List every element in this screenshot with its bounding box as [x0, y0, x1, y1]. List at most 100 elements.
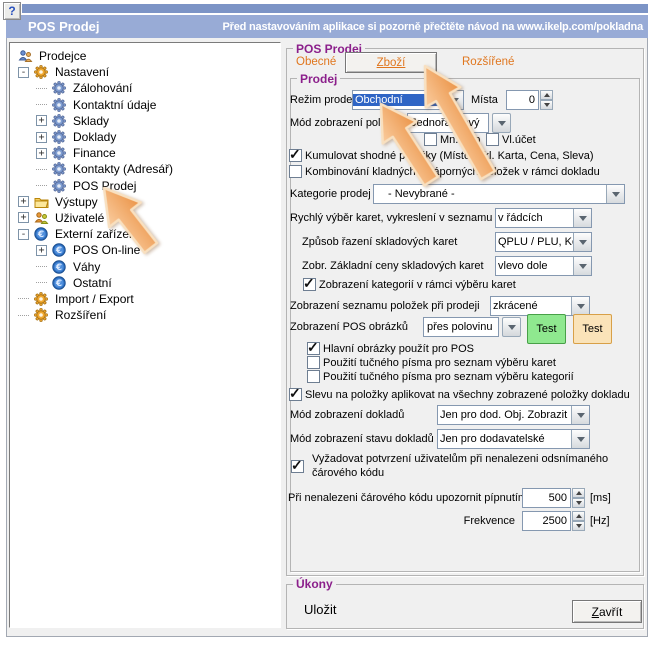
tree-item-vahy[interactable]: € Váhy [16, 258, 280, 274]
chevron-down-icon[interactable] [571, 406, 589, 424]
titlebar[interactable]: POS Prodej Před nastavováním aplikace si… [6, 15, 648, 38]
slevu-checkbox[interactable] [289, 388, 302, 401]
frekvence-value: 2500 [522, 511, 571, 531]
pipnuti-label: Při nenalezeni čárového kódu upozornit p… [288, 492, 527, 504]
prodej-group-label: Prodej [297, 72, 340, 86]
expand-toggle-icon[interactable]: + [36, 132, 47, 143]
rychly-vyber-value: v řádcích [496, 212, 573, 224]
tree-item-label: Sklady [71, 114, 111, 128]
tree-item-ostatni[interactable]: €Ostatní [16, 275, 280, 291]
tree-item-sklady[interactable]: + Sklady [16, 113, 280, 129]
frekvence-spinner[interactable]: 2500 [522, 511, 585, 531]
expand-toggle-icon[interactable]: + [18, 196, 29, 207]
tree-item-label: Ostatní [71, 276, 114, 290]
tree-item-doklady[interactable]: +Doklady [16, 129, 280, 145]
mod-dokladu-label: Mód zobrazení dokladů [290, 409, 404, 421]
tab-obecne[interactable]: Obecné [296, 56, 336, 68]
expand-toggle-icon[interactable]: + [36, 115, 47, 126]
tree-item-import-export[interactable]: Import / Export [16, 291, 280, 307]
help-button[interactable]: ? [3, 2, 21, 20]
hlavni-obrazky-checkbox[interactable] [307, 342, 320, 355]
gear-orange-icon [34, 65, 49, 79]
test-tan-button[interactable]: Test [573, 314, 612, 344]
vyzadovat-potvrzeni-label-line2: čárového kódu [312, 467, 384, 479]
tucne-pismo-karet-checkbox[interactable] [307, 356, 320, 369]
chevron-down-icon[interactable] [571, 297, 589, 315]
spin-up-icon[interactable] [572, 511, 585, 521]
tucne-pismo-karet-label: Použití tučného písma pro seznam výběru … [323, 357, 556, 369]
tree-item-label: Nastavení [53, 65, 111, 79]
kategorie-vyber-checkbox[interactable] [303, 278, 316, 291]
tree-item-pos-prodej[interactable]: POS Prodej [16, 178, 280, 194]
tree-connector [36, 88, 47, 89]
frekvence-label: Frekvence [440, 515, 515, 527]
ulozit-button[interactable]: Uložit [304, 602, 337, 617]
euro-icon: € [52, 243, 67, 257]
kategorie-vyber-label: Zobrazení kategorií v rámci výběru karet [319, 279, 516, 291]
kumulovat-checkbox[interactable] [289, 149, 302, 162]
expand-toggle-icon[interactable]: + [18, 212, 29, 223]
chevron-down-icon[interactable] [573, 233, 591, 251]
chevron-down-icon[interactable] [606, 185, 624, 203]
tree-item-zalohovani[interactable]: Zálohování [16, 80, 280, 96]
zakladni-ceny-select[interactable]: vlevo dole [495, 256, 592, 276]
spin-up-icon[interactable] [540, 90, 553, 100]
titlebar-notice: Před nastavováním aplikace si pozorně př… [223, 21, 643, 33]
expand-toggle-icon[interactable]: + [36, 148, 47, 159]
zavrit-button[interactable]: Zavřít [572, 600, 642, 623]
mod-dokladu-value: Jen pro dod. Obj. Zobrazit [438, 409, 571, 421]
pos-obrazky-select[interactable]: přes polovinu [423, 317, 521, 337]
chevron-down-icon[interactable] [502, 317, 521, 337]
tree-item-label: Rozšíření [53, 308, 108, 322]
chevron-down-icon[interactable] [492, 113, 511, 133]
kombinovani-label: Kombinování kladných a záporných položek… [305, 166, 600, 178]
kombinovani-checkbox[interactable] [289, 165, 302, 178]
users-icon [34, 211, 49, 225]
pipnuti-unit: [ms] [590, 492, 611, 504]
tab-rozsirene[interactable]: Rozšířené [462, 56, 514, 68]
tree-item-rozsireni[interactable]: Rozšíření [16, 307, 280, 323]
tree-item-finance[interactable]: + Finance [16, 145, 280, 161]
spin-down-icon[interactable] [572, 498, 585, 508]
tree-item-nastaveni[interactable]: - Nastavení [16, 64, 280, 80]
zpusob-razeni-select[interactable]: QPLU / PLU, Kó [495, 232, 592, 252]
chevron-down-icon[interactable] [573, 257, 591, 275]
tree-item-label: Váhy [71, 260, 102, 274]
tree-item-vystupy[interactable]: +Výstupy [16, 194, 280, 210]
euro-icon: € [34, 227, 49, 241]
expand-toggle-icon[interactable]: - [18, 229, 29, 240]
rychly-vyber-select[interactable]: v řádcích [495, 208, 592, 228]
folder-icon [34, 195, 49, 209]
zpusob-razeni-label: Způsob řazení skladových karet [302, 236, 457, 248]
zavrit-button-label: Zavřít [592, 605, 623, 619]
pipnuti-spinner[interactable]: 500 [522, 488, 585, 508]
tree-item-label: Finance [71, 146, 118, 160]
mod-stavu-select[interactable]: Jen pro dodavatelské [437, 429, 590, 449]
spin-down-icon[interactable] [572, 521, 585, 531]
tree-item-kontakty-adresar[interactable]: Kontakty (Adresář) [16, 161, 280, 177]
rezim-prodeje-label: Režim prodeje [290, 94, 361, 106]
gear-blue-icon [52, 81, 67, 95]
chevron-down-icon[interactable] [573, 209, 591, 227]
mista-spinner[interactable]: 0 [506, 90, 553, 110]
spin-up-icon[interactable] [572, 488, 585, 498]
tree-item-label: Kontakty (Adresář) [71, 162, 175, 176]
chevron-down-icon[interactable] [571, 430, 589, 448]
test-green-button[interactable]: Test [527, 314, 566, 344]
tucne-pismo-kategorii-checkbox[interactable] [307, 370, 320, 383]
expand-toggle-icon[interactable]: + [36, 245, 47, 256]
seznam-polozek-select[interactable]: zkrácené [490, 296, 590, 316]
mod-dokladu-select[interactable]: Jen pro dod. Obj. Zobrazit [437, 405, 590, 425]
tree-item-prodejce[interactable]: Prodejce [16, 48, 280, 64]
spin-down-icon[interactable] [540, 100, 553, 110]
settings-tree: Prodejce - NastaveníZálohování Kontaktní úd… [16, 48, 280, 323]
tree-connector [36, 104, 47, 105]
expand-toggle-icon[interactable]: - [18, 67, 29, 78]
gear-orange-icon [34, 292, 49, 306]
svg-text:€: € [55, 246, 62, 256]
tree-item-label: Kontaktní údaje [71, 98, 158, 112]
vyzadovat-potvrzeni-checkbox[interactable] [291, 460, 304, 473]
svg-text:€: € [55, 263, 62, 273]
tree-connector [36, 169, 47, 170]
tree-item-kontaktni-udaje[interactable]: Kontaktní údaje [16, 97, 280, 113]
